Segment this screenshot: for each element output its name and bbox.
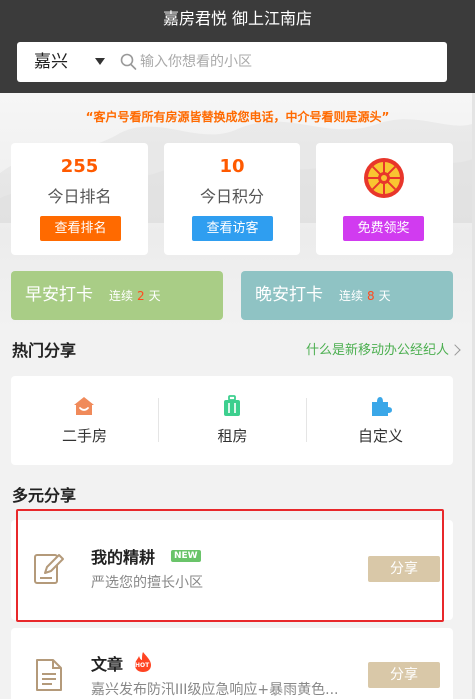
view-rank-button[interactable]: 查看排名 <box>40 216 121 241</box>
checkin-streak: 连续 8 天 <box>339 289 391 303</box>
checkin-streak: 连续 2 天 <box>109 289 161 303</box>
mobile-office-agent-link[interactable]: 什么是新移动办公经纪人 <box>306 341 449 361</box>
store-title: 嘉房君悦 御上江南店 <box>162 9 313 28</box>
share-item-label: 二手房 <box>61 427 107 445</box>
card-title: 文章 <box>91 655 124 674</box>
search-input[interactable] <box>140 50 430 74</box>
search-bar[interactable]: 嘉兴 <box>17 42 447 82</box>
card-subtitle: 严选您的擅长小区 <box>91 575 203 591</box>
hot-share-panel: 二手房 租房 自定义 <box>11 376 453 465</box>
prize-wheel-icon <box>364 158 404 198</box>
prize-card: 免费领奖 <box>316 143 453 255</box>
rank-value: 255 <box>60 156 99 177</box>
free-prize-button[interactable]: 免费领奖 <box>343 216 424 241</box>
city-selector[interactable]: 嘉兴 <box>34 51 68 73</box>
edit-note-icon <box>34 554 64 584</box>
share-button[interactable]: 分享 <box>368 662 440 688</box>
document-icon <box>36 659 62 691</box>
view-visitors-button[interactable]: 查看访客 <box>192 216 273 241</box>
search-icon <box>120 53 137 70</box>
points-card: 10 今日积分 查看访客 <box>164 143 300 255</box>
house-icon <box>74 397 94 415</box>
share-item-second-hand[interactable]: 二手房 <box>11 376 158 465</box>
share-item-label: 租房 <box>217 427 248 445</box>
new-badge: NEW <box>171 550 201 562</box>
share-button[interactable]: 分享 <box>368 556 440 582</box>
article-card[interactable]: 文章 HOT 嘉兴发布防汛III级应急响应+暴雨黄色... 分享 <box>11 628 453 699</box>
caret-down-icon[interactable] <box>95 58 105 65</box>
slogan-text: “客户号看所有房源皆替换成您电话，中介号看则是源头” <box>85 110 390 124</box>
rank-label: 今日排名 <box>47 187 112 206</box>
share-item-rent[interactable]: 租房 <box>159 376 306 465</box>
card-title: 我的精耕 <box>91 548 156 567</box>
checkin-title: 早安打卡 <box>25 285 93 305</box>
hot-share-title: 热门分享 <box>12 341 77 360</box>
my-focus-card[interactable]: 我的精耕 NEW 严选您的擅长小区 分享 <box>11 520 453 620</box>
luggage-icon <box>224 395 240 416</box>
hot-badge-label: HOT <box>135 662 150 669</box>
morning-checkin-button[interactable]: 早安打卡 连续 2 天 <box>11 271 223 320</box>
checkin-title: 晚安打卡 <box>255 285 323 305</box>
share-item-custom[interactable]: 自定义 <box>307 376 454 465</box>
puzzle-icon <box>372 397 392 416</box>
evening-checkin-button[interactable]: 晚安打卡 连续 8 天 <box>241 271 453 320</box>
points-value: 10 <box>219 156 245 177</box>
rank-card: 255 今日排名 查看排名 <box>11 143 148 255</box>
app-header: 嘉房君悦 御上江南店 嘉兴 <box>0 0 475 93</box>
share-item-label: 自定义 <box>357 427 403 445</box>
chevron-right-icon[interactable] <box>449 344 461 356</box>
card-subtitle: 嘉兴发布防汛III级应急响应+暴雨黄色... <box>91 682 339 698</box>
multi-share-title: 多元分享 <box>12 486 77 505</box>
points-label: 今日积分 <box>199 187 264 206</box>
